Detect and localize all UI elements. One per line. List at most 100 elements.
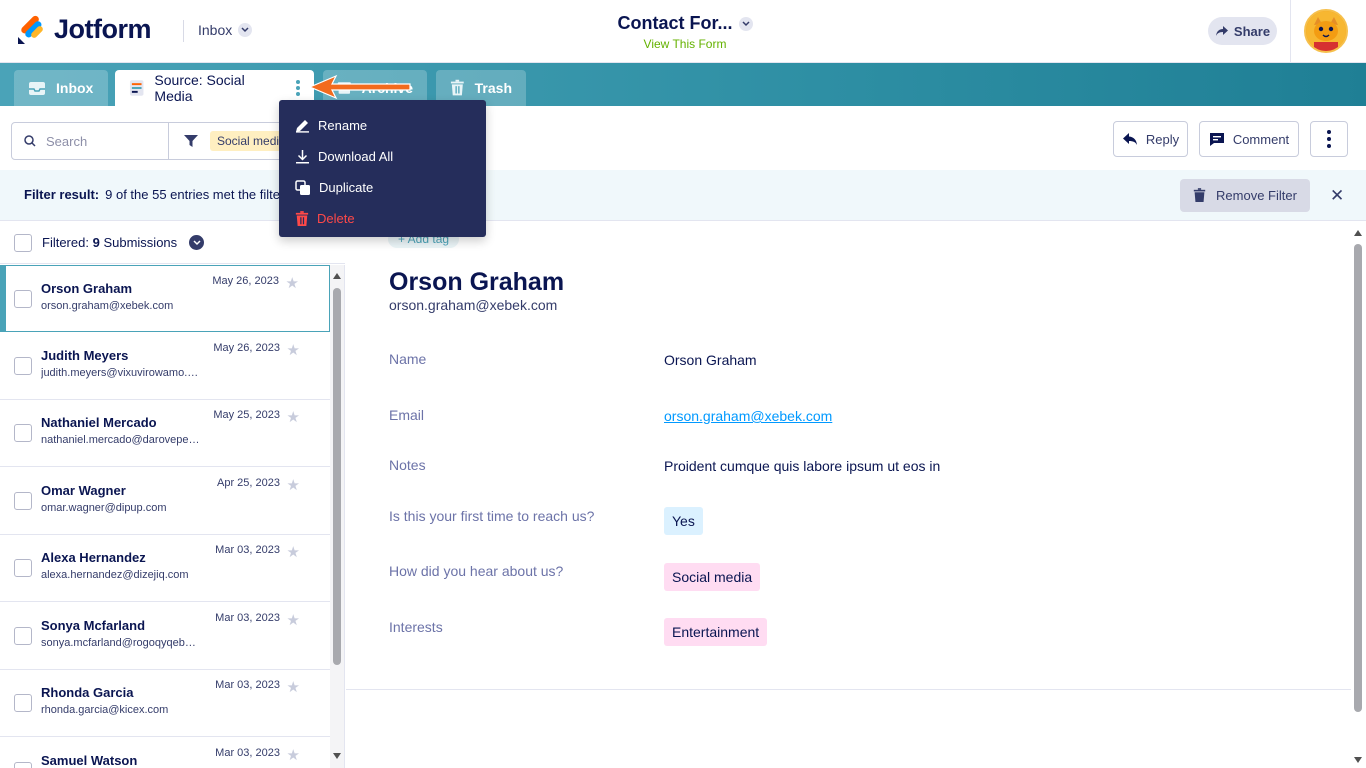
close-filter-icon[interactable]: ✕: [1330, 186, 1344, 206]
answer-pill: Entertainment: [664, 618, 768, 646]
list-item[interactable]: Alexa Hernandez alexa.hernandez@dizejiq.…: [0, 535, 330, 602]
menu-item-download-all[interactable]: Download All: [279, 141, 486, 172]
submitter-email: orson.graham@xebek.com: [389, 297, 558, 313]
submission-list: Orson Graham orson.graham@xebek.com May …: [0, 265, 330, 768]
row-date: Mar 03, 2023: [215, 544, 280, 556]
header-divider: [1290, 0, 1291, 63]
row-email: alexa.hernandez@dizejiq.com: [41, 569, 189, 581]
tab-label: Source: Social Media: [154, 72, 245, 104]
scroll-up-icon[interactable]: [333, 273, 341, 279]
field-value-first-time: Yes: [664, 507, 703, 535]
star-icon[interactable]: ★: [287, 543, 300, 561]
row-checkbox[interactable]: [14, 694, 32, 712]
scroll-down-icon[interactable]: [333, 753, 341, 759]
form-icon: [129, 80, 144, 96]
chevron-down-icon: [238, 23, 253, 37]
menu-item-label: Download All: [318, 149, 394, 164]
scroll-down-icon[interactable]: [1354, 757, 1362, 763]
row-date: Mar 03, 2023: [215, 612, 280, 624]
star-icon[interactable]: ★: [287, 611, 300, 629]
comment-label: Comment: [1232, 131, 1290, 147]
tab-inbox[interactable]: Inbox: [14, 70, 108, 106]
inbox-icon: [29, 82, 45, 95]
cat-avatar-icon: [1306, 11, 1346, 51]
star-icon[interactable]: ★: [287, 408, 300, 426]
row-date: May 26, 2023: [213, 342, 280, 354]
filter-result-bar: Filter result: 9 of the 55 entries met t…: [0, 170, 1366, 221]
field-label: Notes: [389, 457, 426, 473]
list-scrollbar-thumb[interactable]: [333, 288, 341, 665]
tab-options-kebab-icon[interactable]: [296, 80, 300, 96]
scroll-up-icon[interactable]: [1354, 230, 1362, 236]
share-label: Share: [1233, 23, 1271, 39]
row-checkbox[interactable]: [14, 357, 32, 375]
row-date: May 25, 2023: [213, 409, 280, 421]
menu-item-label: Delete: [317, 211, 355, 226]
jotform-logo-icon: [18, 15, 43, 44]
row-checkbox[interactable]: [14, 762, 32, 768]
form-title-button[interactable]: Contact For...: [617, 13, 753, 34]
row-checkbox[interactable]: [14, 424, 32, 442]
row-name: Samuel Watson: [41, 753, 138, 768]
field-value-source: Social media: [664, 563, 761, 591]
reply-button[interactable]: Reply: [1113, 121, 1188, 157]
list-item[interactable]: Rhonda Garcia rhonda.garcia@kicex.com Ma…: [0, 670, 330, 737]
star-icon[interactable]: ★: [286, 274, 299, 292]
inbox-switcher[interactable]: Inbox: [198, 22, 253, 38]
comment-button[interactable]: Comment: [1199, 121, 1299, 157]
vertical-dots-icon: [1327, 130, 1331, 148]
more-options-button[interactable]: [1310, 121, 1348, 157]
field-label: Name: [389, 351, 427, 367]
row-checkbox[interactable]: [14, 559, 32, 577]
top-header: Jotform Inbox Contact For... View This F…: [0, 0, 1366, 63]
row-email: nathaniel.mercado@darovepe.com: [41, 434, 201, 446]
list-item[interactable]: Nathaniel Mercado nathaniel.mercado@daro…: [0, 400, 330, 467]
view-form-link[interactable]: View This Form: [540, 37, 830, 51]
row-email: orson.graham@xebek.com: [41, 300, 174, 312]
row-name: Nathaniel Mercado: [41, 415, 157, 430]
search-input[interactable]: Search: [11, 122, 169, 160]
chevron-down-icon[interactable]: [189, 235, 205, 250]
row-checkbox[interactable]: [14, 290, 32, 308]
jotform-logo[interactable]: Jotform: [16, 14, 152, 45]
download-icon: [296, 150, 309, 164]
detail-scrollbar[interactable]: [1351, 222, 1366, 768]
menu-item-delete[interactable]: Delete: [279, 203, 486, 234]
list-item[interactable]: Judith Meyers judith.meyers@vixuvirowamo…: [0, 333, 330, 400]
detail-scrollbar-thumb[interactable]: [1354, 244, 1362, 712]
row-checkbox[interactable]: [14, 627, 32, 645]
filter-result-text: Filter result: 9 of the 55 entries met t…: [18, 187, 280, 202]
user-avatar[interactable]: [1304, 9, 1348, 53]
star-icon[interactable]: ★: [287, 476, 300, 494]
row-checkbox[interactable]: [14, 492, 32, 510]
filter-result-prefix: Filter result:: [24, 187, 100, 202]
filter-result-summary: 9 of the 55 entries met the filter: [105, 187, 280, 202]
field-value-email-link[interactable]: orson.graham@xebek.com: [664, 408, 832, 424]
row-date: Mar 03, 2023: [215, 747, 280, 759]
menu-item-label: Duplicate: [319, 180, 374, 195]
list-scrollbar[interactable]: [330, 265, 345, 768]
list-item[interactable]: Sonya Mcfarland sonya.mcfarland@rogoqyqe…: [0, 603, 330, 670]
select-all-checkbox[interactable]: [14, 233, 32, 252]
list-item[interactable]: Orson Graham orson.graham@xebek.com May …: [0, 265, 330, 332]
submissions-toolbar: Search Social media Reply Comment: [0, 106, 1366, 170]
remove-filter-button[interactable]: Remove Filter: [1180, 179, 1310, 212]
row-date: Apr 25, 2023: [217, 477, 280, 489]
star-icon[interactable]: ★: [287, 341, 300, 359]
answer-pill: Social media: [664, 563, 761, 591]
reply-label: Reply: [1145, 131, 1180, 147]
share-button[interactable]: Share: [1208, 17, 1277, 45]
star-icon[interactable]: ★: [287, 746, 300, 764]
star-icon[interactable]: ★: [287, 678, 300, 696]
row-date: May 26, 2023: [212, 275, 279, 287]
annotation-arrow-icon: [308, 74, 411, 100]
chevron-down-icon: [738, 16, 753, 31]
remove-filter-label: Remove Filter: [1216, 188, 1297, 203]
list-item[interactable]: Omar Wagner omar.wagner@dipup.com Apr 25…: [0, 468, 330, 535]
menu-item-rename[interactable]: Rename: [279, 110, 486, 141]
menu-item-duplicate[interactable]: Duplicate: [279, 172, 486, 203]
list-item[interactable]: Samuel Watson Mar 03, 2023 ★: [0, 738, 330, 768]
field-label: Is this your first time to reach us?: [389, 508, 595, 524]
tab-label: Inbox: [56, 80, 94, 96]
comment-icon: [1209, 132, 1224, 146]
